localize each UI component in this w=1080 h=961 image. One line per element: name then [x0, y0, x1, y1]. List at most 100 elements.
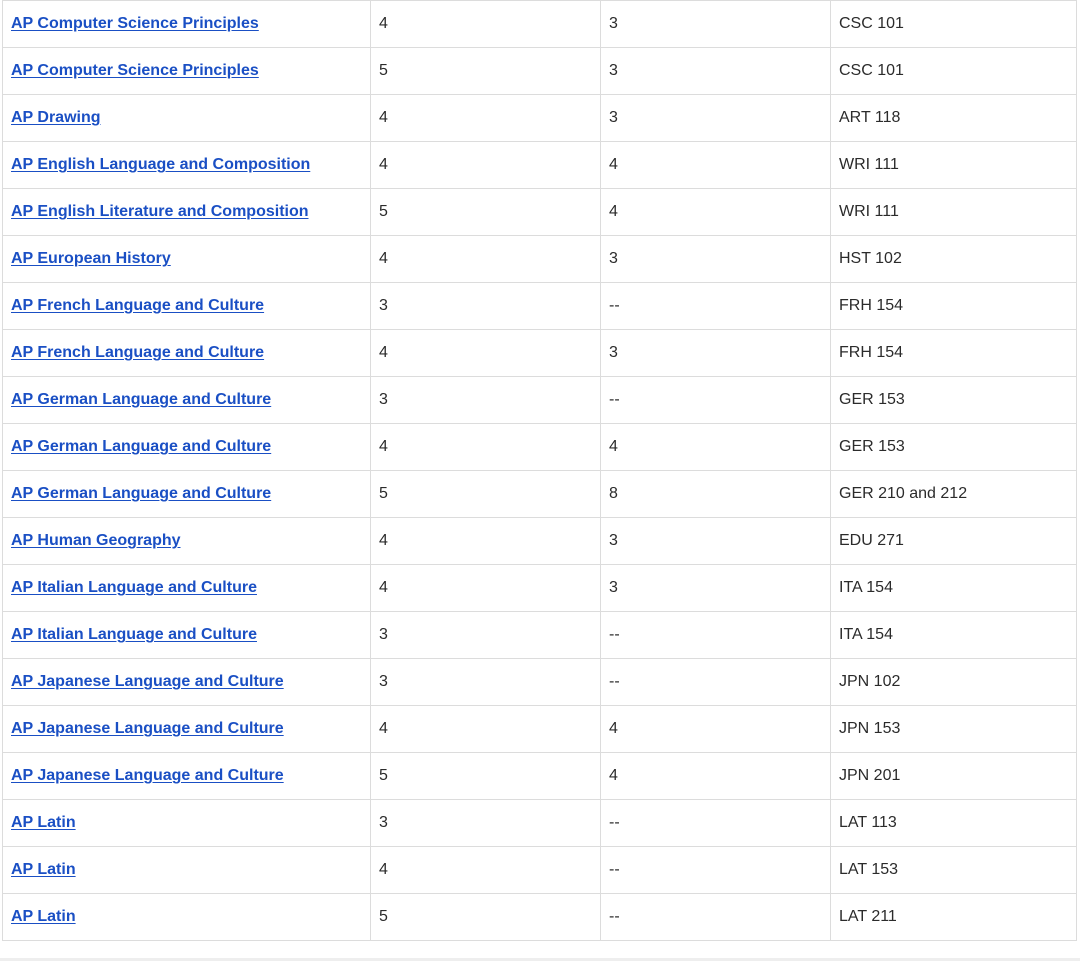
exam-link[interactable]: AP German Language and Culture: [11, 438, 271, 455]
exam-link[interactable]: AP Human Geography: [11, 532, 181, 549]
credits-cell: 3: [600, 47, 831, 95]
exam-link[interactable]: AP European History: [11, 250, 171, 267]
score-cell: 4: [370, 94, 601, 142]
score-cell: 5: [370, 188, 601, 236]
score-cell: 5: [370, 752, 601, 800]
credits-cell: --: [600, 658, 831, 706]
course-equivalent-cell: FRH 154: [830, 329, 1077, 377]
table-body: AP Computer Science Principles 4 3 CSC 101 A…: [2, 0, 1077, 941]
exam-link[interactable]: AP Italian Language and Culture: [11, 579, 257, 596]
exam-link[interactable]: AP Italian Language and Culture: [11, 626, 257, 643]
score-cell: 4: [370, 846, 601, 894]
credits-cell: --: [600, 282, 831, 330]
exam-cell: AP Computer Science Principles: [2, 47, 371, 95]
score-cell: 4: [370, 0, 601, 48]
table-row: AP German Language and Culture 4 4 GER 153: [2, 423, 1077, 471]
table-row: AP European History 4 3 HST 102: [2, 235, 1077, 283]
score-cell: 3: [370, 282, 601, 330]
table-row: AP Human Geography 4 3 EDU 271: [2, 517, 1077, 565]
exam-cell: AP Latin: [2, 799, 371, 847]
score-cell: 5: [370, 893, 601, 941]
exam-link[interactable]: AP Japanese Language and Culture: [11, 673, 284, 690]
exam-cell: AP Human Geography: [2, 517, 371, 565]
table-row: AP Latin 3 -- LAT 113: [2, 799, 1077, 847]
table-row: AP French Language and Culture 3 -- FRH 154: [2, 282, 1077, 330]
exam-link[interactable]: AP Japanese Language and Culture: [11, 767, 284, 784]
course-equivalent-cell: EDU 271: [830, 517, 1077, 565]
exam-link[interactable]: AP Drawing: [11, 109, 101, 126]
credits-cell: --: [600, 893, 831, 941]
exam-cell: AP Japanese Language and Culture: [2, 705, 371, 753]
credits-cell: --: [600, 376, 831, 424]
exam-cell: AP German Language and Culture: [2, 470, 371, 518]
course-equivalent-cell: GER 210 and 212: [830, 470, 1077, 518]
table-row: AP Italian Language and Culture 3 -- ITA 15…: [2, 611, 1077, 659]
score-cell: 3: [370, 611, 601, 659]
ap-credit-table-container: AP Computer Science Principles 4 3 CSC 101 A…: [2, 0, 1077, 941]
exam-cell: AP French Language and Culture: [2, 282, 371, 330]
credits-cell: 3: [600, 0, 831, 48]
course-equivalent-cell: JPN 201: [830, 752, 1077, 800]
credits-cell: 4: [600, 752, 831, 800]
credits-cell: --: [600, 799, 831, 847]
course-equivalent-cell: LAT 113: [830, 799, 1077, 847]
table-row: AP Japanese Language and Culture 4 4 JPN 15…: [2, 705, 1077, 753]
exam-link[interactable]: AP Computer Science Principles: [11, 15, 259, 32]
exam-link[interactable]: AP English Literature and Composition: [11, 203, 309, 220]
course-equivalent-cell: FRH 154: [830, 282, 1077, 330]
course-equivalent-cell: WRI 111: [830, 188, 1077, 236]
course-equivalent-cell: LAT 211: [830, 893, 1077, 941]
table-row: AP German Language and Culture 5 8 GER 210 …: [2, 470, 1077, 518]
exam-cell: AP Italian Language and Culture: [2, 564, 371, 612]
table-row: AP Drawing 4 3 ART 118: [2, 94, 1077, 142]
credits-cell: 4: [600, 141, 831, 189]
course-equivalent-cell: JPN 102: [830, 658, 1077, 706]
exam-link[interactable]: AP Computer Science Principles: [11, 62, 259, 79]
exam-link[interactable]: AP French Language and Culture: [11, 297, 264, 314]
score-cell: 3: [370, 799, 601, 847]
course-equivalent-cell: CSC 101: [830, 0, 1077, 48]
score-cell: 3: [370, 376, 601, 424]
exam-link[interactable]: AP German Language and Culture: [11, 485, 271, 502]
course-equivalent-cell: LAT 153: [830, 846, 1077, 894]
credits-cell: 3: [600, 329, 831, 377]
table-row: AP Italian Language and Culture 4 3 ITA 154: [2, 564, 1077, 612]
ap-credit-table: AP Computer Science Principles 4 3 CSC 101 A…: [2, 0, 1077, 941]
exam-link[interactable]: AP French Language and Culture: [11, 344, 264, 361]
table-row: AP Computer Science Principles 5 3 CSC 101: [2, 47, 1077, 95]
course-equivalent-cell: ITA 154: [830, 564, 1077, 612]
table-row: AP French Language and Culture 4 3 FRH 154: [2, 329, 1077, 377]
table-row: AP Latin 5 -- LAT 211: [2, 893, 1077, 941]
score-cell: 5: [370, 47, 601, 95]
exam-cell: AP Drawing: [2, 94, 371, 142]
exam-link[interactable]: AP Japanese Language and Culture: [11, 720, 284, 737]
table-row: AP Japanese Language and Culture 5 4 JPN 20…: [2, 752, 1077, 800]
course-equivalent-cell: ITA 154: [830, 611, 1077, 659]
exam-cell: AP French Language and Culture: [2, 329, 371, 377]
credits-cell: 4: [600, 705, 831, 753]
score-cell: 3: [370, 658, 601, 706]
course-equivalent-cell: JPN 153: [830, 705, 1077, 753]
exam-cell: AP Latin: [2, 846, 371, 894]
score-cell: 4: [370, 564, 601, 612]
score-cell: 5: [370, 470, 601, 518]
course-equivalent-cell: HST 102: [830, 235, 1077, 283]
exam-link[interactable]: AP Latin: [11, 814, 76, 831]
table-row: AP Computer Science Principles 4 3 CSC 101: [2, 0, 1077, 48]
score-cell: 4: [370, 235, 601, 283]
exam-cell: AP Japanese Language and Culture: [2, 658, 371, 706]
exam-link[interactable]: AP Latin: [11, 908, 76, 925]
exam-link[interactable]: AP English Language and Composition: [11, 156, 310, 173]
table-row: AP Japanese Language and Culture 3 -- JPN 1…: [2, 658, 1077, 706]
exam-cell: AP Italian Language and Culture: [2, 611, 371, 659]
table-row: AP German Language and Culture 3 -- GER 153: [2, 376, 1077, 424]
exam-link[interactable]: AP Latin: [11, 861, 76, 878]
score-cell: 4: [370, 141, 601, 189]
exam-link[interactable]: AP German Language and Culture: [11, 391, 271, 408]
course-equivalent-cell: ART 118: [830, 94, 1077, 142]
credits-cell: 3: [600, 564, 831, 612]
exam-cell: AP European History: [2, 235, 371, 283]
score-cell: 4: [370, 705, 601, 753]
credits-cell: 8: [600, 470, 831, 518]
credits-cell: 3: [600, 94, 831, 142]
